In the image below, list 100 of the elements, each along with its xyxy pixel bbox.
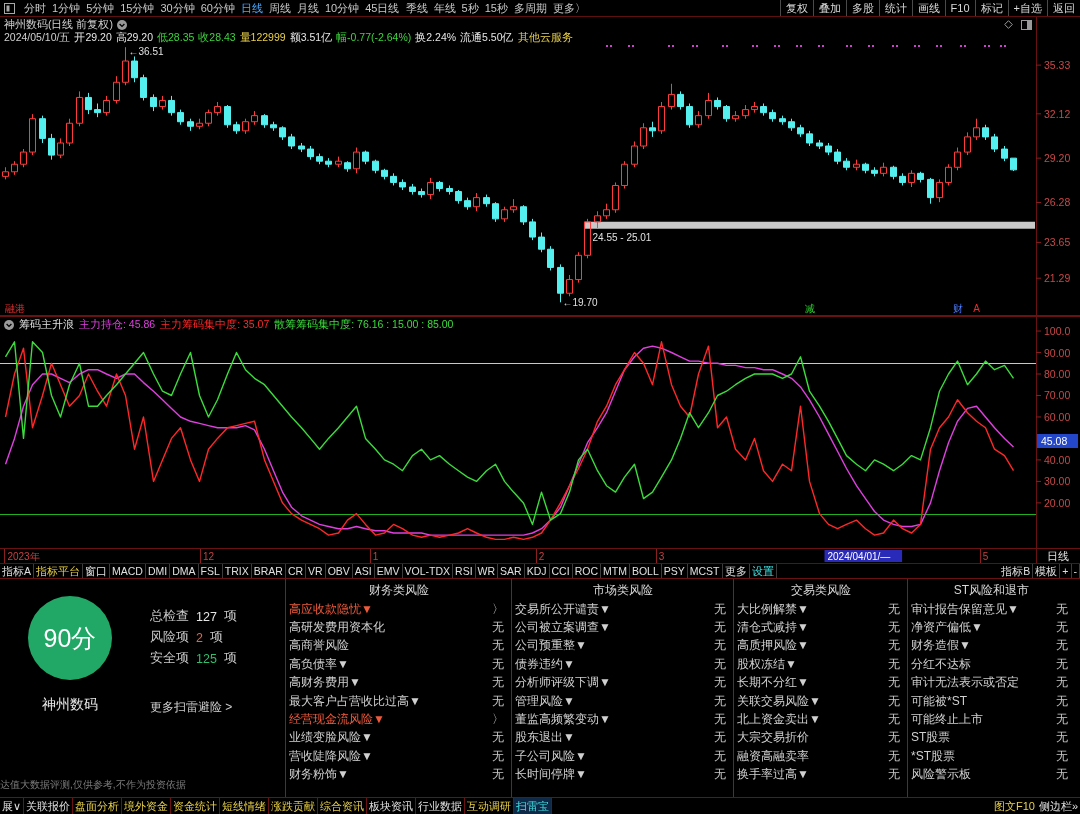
period-tab[interactable]: 15分钟: [117, 0, 158, 16]
toolbar-button[interactable]: 叠加: [812, 0, 846, 16]
risk-item[interactable]: *ST股票: [911, 747, 955, 765]
risk-item[interactable]: 营收陡降风险▼: [289, 747, 373, 765]
bottom-button[interactable]: 图文F10: [991, 798, 1037, 814]
bottom-tab[interactable]: 行业数据: [416, 798, 466, 814]
toolbar-button[interactable]: 返回: [1047, 0, 1080, 16]
toolbar-button[interactable]: 画线: [911, 0, 945, 16]
risk-item[interactable]: 清仓式减持▼: [737, 619, 809, 637]
risk-item[interactable]: 股权冻结▼: [737, 655, 797, 673]
risk-item[interactable]: 高财务费用▼: [289, 674, 361, 692]
indicator-tab[interactable]: KDJ: [524, 564, 550, 578]
risk-item[interactable]: 分析师评级下调▼: [515, 674, 611, 692]
indicator-tab[interactable]: 指标B: [999, 564, 1034, 578]
risk-item[interactable]: 可能被*ST: [911, 692, 967, 710]
period-tab[interactable]: 30分钟: [157, 0, 198, 16]
more-link[interactable]: 更多扫雷避险 >: [150, 699, 233, 716]
period-tab[interactable]: 15秒: [481, 0, 511, 16]
toolbar-button[interactable]: +自选: [1007, 0, 1047, 16]
indicator-tab[interactable]: SAR: [498, 564, 525, 578]
risk-item[interactable]: 风险警示板: [911, 766, 971, 784]
window-icon[interactable]: [4, 2, 15, 14]
risk-item[interactable]: 董监高频繁变动▼: [515, 711, 611, 729]
risk-item[interactable]: 子公司风险▼: [515, 747, 587, 765]
toolbar-button[interactable]: 统计: [878, 0, 912, 16]
indicator-tab[interactable]: 指标平台: [34, 564, 83, 578]
indicator-tab[interactable]: PSY: [661, 564, 688, 578]
risk-item[interactable]: 大宗交易折价: [737, 729, 809, 747]
risk-item[interactable]: 审计无法表示或否定: [911, 674, 1019, 692]
period-tab[interactable]: 分时: [21, 0, 49, 16]
risk-item[interactable]: 债券违约▼: [515, 655, 575, 673]
indicator-tab[interactable]: CCI: [549, 564, 573, 578]
sector-link[interactable]: 其他云服务: [517, 30, 573, 45]
event-marker[interactable]: 减: [804, 303, 815, 314]
indicator-tab[interactable]: TRIX: [222, 564, 252, 578]
bottom-tab[interactable]: 境外资金: [122, 798, 172, 814]
risk-item[interactable]: ST股票: [911, 729, 951, 747]
indicator-tab[interactable]: ASI: [352, 564, 375, 578]
indicator-tab[interactable]: FSL: [198, 564, 223, 578]
indicator-tab[interactable]: VOL-TDX: [402, 564, 454, 578]
indicator-tab[interactable]: 窗口: [83, 564, 110, 578]
period-tab[interactable]: 年线: [430, 0, 459, 16]
risk-item[interactable]: 审计报告保留意见▼: [911, 600, 1019, 618]
indicator-tab[interactable]: ROC: [572, 564, 601, 578]
event-marker[interactable]: 财: [952, 303, 963, 314]
period-tab[interactable]: 多周期: [510, 0, 550, 16]
bottom-tab[interactable]: 涨跌贡献: [269, 798, 319, 814]
risk-item[interactable]: 公司被立案调查▼: [515, 619, 611, 637]
toolbar-button[interactable]: 标记: [974, 0, 1008, 16]
indicator-tab[interactable]: OBV: [325, 564, 353, 578]
indicator-tab[interactable]: 模板: [1033, 564, 1061, 578]
risk-item[interactable]: 管理风险▼: [515, 692, 575, 710]
risk-item[interactable]: 关联交易风险▼: [737, 692, 821, 710]
period-tab[interactable]: 日线: [238, 0, 266, 16]
indicator-tab[interactable]: VR: [306, 564, 326, 578]
indicator-tab[interactable]: 指标A: [0, 564, 34, 578]
indicator-tab[interactable]: BOLL: [629, 564, 662, 578]
risk-item[interactable]: 高商誉风险: [289, 637, 349, 655]
risk-item[interactable]: 财务造假▼: [911, 637, 971, 655]
period-tab[interactable]: 60分钟: [197, 0, 238, 16]
period-tab[interactable]: 10分钟: [322, 0, 363, 16]
event-marker[interactable]: 融港: [4, 303, 25, 314]
indicator-tab[interactable]: MTM: [600, 564, 630, 578]
bottom-tab[interactable]: 短线情绪: [220, 798, 270, 814]
period-tab[interactable]: 45日线: [362, 0, 403, 16]
panel-icon[interactable]: [1021, 19, 1032, 30]
indicator-tab[interactable]: +: [1060, 564, 1072, 578]
indicator-tab[interactable]: 更多: [722, 564, 750, 578]
indicator-tab[interactable]: CR: [285, 564, 307, 578]
bottom-button[interactable]: 侧边栏»: [1036, 798, 1080, 814]
risk-item[interactable]: 高应收款隐忧▼: [289, 600, 373, 618]
risk-item[interactable]: 净资产偏低▼: [911, 619, 983, 637]
period-tab[interactable]: 5分钟: [83, 0, 118, 16]
chevron-circle-icon[interactable]: [4, 320, 14, 330]
risk-item[interactable]: 换手率过高▼: [737, 766, 809, 784]
bottom-tab[interactable]: 关联报价: [24, 798, 74, 814]
risk-item[interactable]: 股东退出▼: [515, 729, 575, 747]
risk-item[interactable]: 北上资金卖出▼: [737, 711, 821, 729]
indicator-tab[interactable]: EMV: [374, 564, 403, 578]
chevron-circle-icon[interactable]: [116, 19, 127, 30]
bottom-tab[interactable]: 资金统计: [171, 798, 221, 814]
period-tab[interactable]: 月线: [294, 0, 322, 16]
bottom-tab[interactable]: 展∨: [0, 798, 25, 814]
indicator-tab[interactable]: BRAR: [251, 564, 286, 578]
risk-item[interactable]: 交易所公开谴责▼: [515, 600, 611, 618]
risk-item[interactable]: 最大客户占营收比过高▼: [289, 692, 421, 710]
period-tab[interactable]: 更多〉: [549, 0, 589, 16]
indicator-tab[interactable]: MACD: [110, 564, 146, 578]
risk-item[interactable]: 高研发费用资本化: [289, 619, 385, 637]
risk-item[interactable]: 融资高融卖率: [737, 747, 809, 765]
indicator-tab[interactable]: WR: [475, 564, 499, 578]
bottom-tab[interactable]: 板块资讯: [367, 798, 417, 814]
risk-item[interactable]: 长期不分红▼: [737, 674, 809, 692]
toolbar-button[interactable]: 复权: [779, 0, 813, 16]
risk-item[interactable]: 高负债率▼: [289, 655, 349, 673]
risk-item[interactable]: 分红不达标: [911, 655, 971, 673]
period-tab[interactable]: 季线: [402, 0, 431, 16]
risk-item[interactable]: 可能终止上市: [911, 711, 983, 729]
toolbar-button[interactable]: 多股: [845, 0, 879, 16]
indicator-tab[interactable]: DMA: [170, 564, 199, 578]
